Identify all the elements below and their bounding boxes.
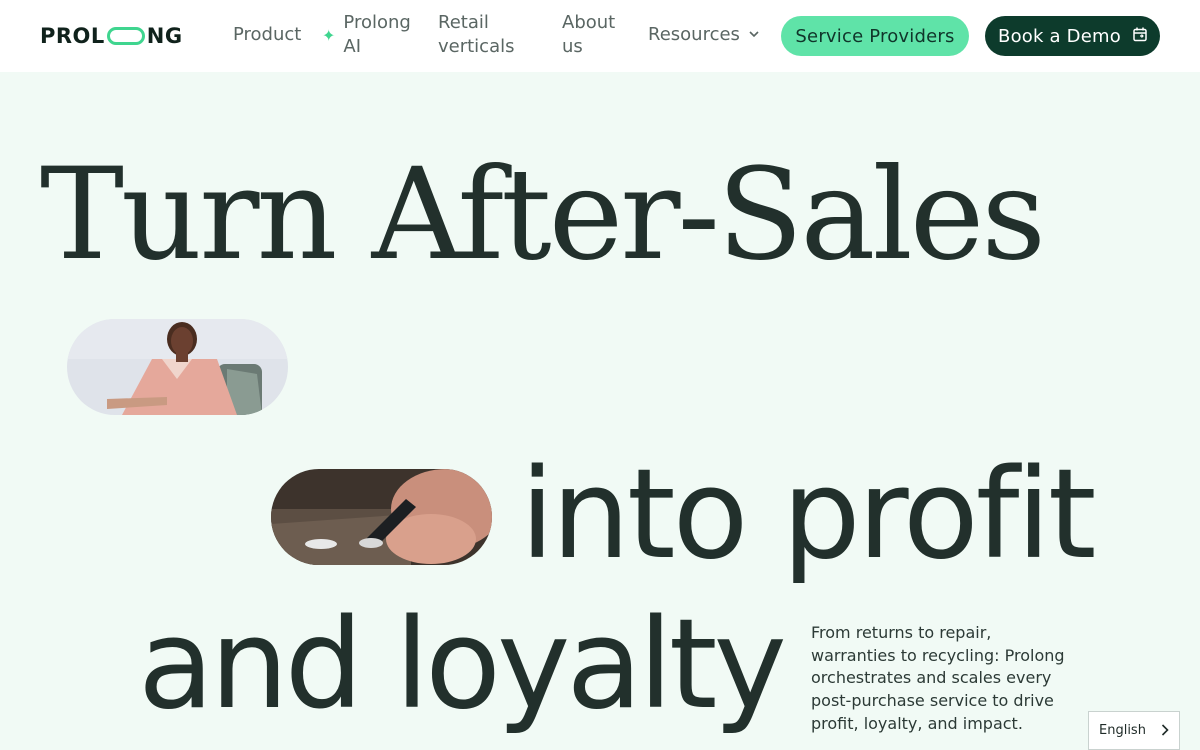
hero-headline-line-1: Turn After-Sales [40,141,1046,288]
nav-prolong-ai-label: Prolong AI [343,12,411,57]
book-demo-button[interactable]: Book a Demo [985,16,1160,56]
logo-text-right: NG [146,24,183,48]
chevron-down-icon [749,23,759,47]
language-selector[interactable]: English [1088,711,1180,750]
nav-retail-verticals[interactable]: Retail verticals [438,11,528,59]
sparkle-icon: ✦ [322,26,336,45]
nav-product[interactable]: Product [233,23,301,47]
nav-about-us[interactable]: About us [562,11,632,59]
nav-resources[interactable]: Resources [648,23,759,47]
chevron-right-icon [1161,722,1169,740]
hero-headline-line-3: and loyalty [138,593,787,737]
service-providers-button[interactable]: Service Providers [781,16,969,56]
nav-resources-label: Resources [648,24,740,45]
logo-o-pill [106,27,145,45]
calendar-icon [1133,26,1147,47]
hero-photo-woman [67,319,288,415]
nav-prolong-ai[interactable]: ✦ Prolong AI [322,11,413,59]
language-selected: English [1099,723,1146,738]
prolong-logo[interactable]: PROL NG [40,24,183,48]
site-header: PROL NG Product ✦ Prolong AI Retail vert… [0,0,1200,72]
hero-description: From returns to repair, warranties to re… [811,623,1065,733]
hero-headline-line-2: into profit [520,443,1096,587]
book-demo-label: Book a Demo [998,25,1121,47]
hero-photo-repair [271,469,492,565]
logo-text-left: PROL [40,24,105,48]
